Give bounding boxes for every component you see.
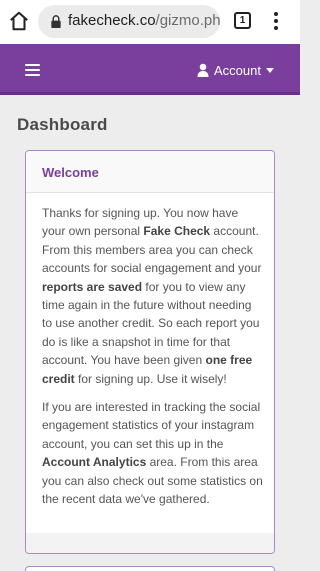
welcome-card-footer bbox=[26, 533, 274, 553]
browser-toolbar: fakecheck.co/gizmo.php 1 bbox=[0, 0, 300, 44]
url-text: fakecheck.co/gizmo.php bbox=[68, 12, 220, 29]
welcome-paragraph-2: If you are interested in tracking the so… bbox=[42, 400, 263, 507]
menu-icon[interactable] bbox=[25, 64, 40, 76]
page-title: Dashboard bbox=[17, 115, 108, 134]
url-domain: fakecheck.co bbox=[68, 12, 156, 29]
welcome-card: Welcome Thanks for signing up. You now h… bbox=[25, 150, 275, 554]
address-bar[interactable]: fakecheck.co/gizmo.php bbox=[38, 5, 220, 38]
more-options-icon[interactable] bbox=[270, 12, 282, 32]
account-dropdown[interactable]: Account bbox=[197, 61, 274, 79]
user-icon bbox=[197, 63, 209, 77]
welcome-card-body: Thanks for signing up. You now have your… bbox=[26, 193, 274, 509]
caret-down-icon bbox=[266, 67, 274, 73]
welcome-paragraph-1: Thanks for signing up. You now have your… bbox=[42, 206, 262, 386]
tab-switcher-button[interactable]: 1 bbox=[234, 12, 251, 29]
welcome-card-title: Welcome bbox=[26, 151, 274, 193]
next-card bbox=[25, 566, 275, 571]
site-navbar: Account bbox=[0, 44, 300, 95]
home-icon[interactable] bbox=[8, 10, 30, 32]
url-path: /gizmo.php bbox=[155, 12, 220, 29]
lock-icon bbox=[51, 15, 61, 28]
account-label: Account bbox=[214, 62, 261, 78]
